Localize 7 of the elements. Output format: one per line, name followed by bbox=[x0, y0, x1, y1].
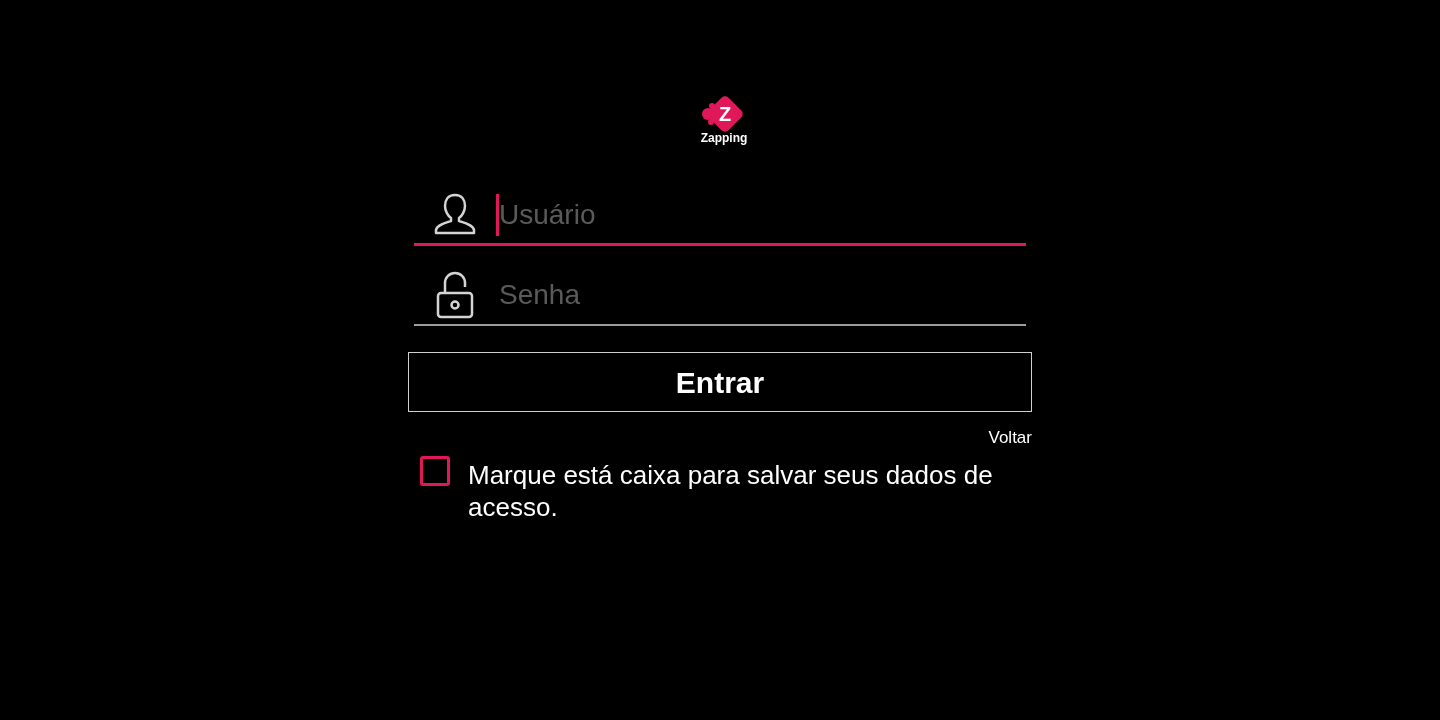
back-link[interactable]: Voltar bbox=[988, 429, 1032, 446]
input-field[interactable]: Usuário bbox=[496, 193, 1026, 236]
unlocked-padlock-icon bbox=[435, 271, 475, 319]
checkbox[interactable] bbox=[420, 456, 450, 486]
input-field[interactable]: Senha bbox=[496, 274, 1026, 316]
remember-label: Marque está caixa para salvar seus dados de acesso. bbox=[468, 459, 994, 523]
login-button[interactable]: Entrar bbox=[408, 352, 1032, 412]
